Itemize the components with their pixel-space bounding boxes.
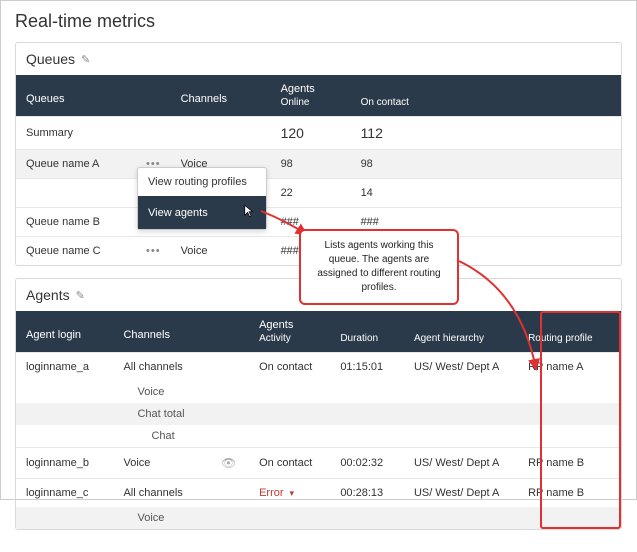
agent-subrow: Chat: [16, 425, 621, 448]
queues-header: Queues ✎: [16, 43, 621, 75]
oncontact-cell: 98: [351, 150, 431, 179]
chevron-down-icon[interactable]: ▾: [290, 488, 295, 498]
col-oncontact[interactable]: On contact: [351, 97, 431, 117]
col-login[interactable]: Agent login: [16, 311, 113, 353]
online-cell: 22: [271, 179, 351, 208]
routing-cell: RP name B: [518, 479, 621, 508]
edit-icon[interactable]: ✎: [76, 289, 85, 302]
hierarchy-cell: US/ West/ Dept A: [404, 479, 518, 508]
activity-cell: On contact: [249, 448, 330, 479]
queue-name: Queue name C: [16, 237, 136, 266]
agents-card: Agents ✎ Agent login Channels Agents Act…: [15, 278, 622, 530]
duration-cell: 01:15:01: [330, 353, 404, 382]
menu-view-agents[interactable]: View agents: [138, 196, 266, 229]
agent-row[interactable]: loginname_c All channels Error ▾ 00:28:13…: [16, 479, 621, 508]
hierarchy-cell: US/ West/ Dept A: [404, 353, 518, 382]
routing-cell: RP name A: [518, 353, 621, 382]
duration-cell: 00:28:13: [330, 479, 404, 508]
subrow-label: Chat total: [113, 403, 210, 425]
agent-row[interactable]: loginname_a All channels On contact 01:1…: [16, 353, 621, 382]
routing-cell: RP name B: [518, 448, 621, 479]
queue-name: Queue name A: [16, 150, 136, 179]
col-online[interactable]: Online: [271, 97, 351, 117]
queue-name: Queue name B: [16, 208, 136, 237]
eye-icon[interactable]: 👁: [221, 456, 236, 470]
page-title: Real-time metrics: [15, 11, 622, 32]
context-menu: View routing profiles View agents: [137, 167, 267, 230]
col-channels[interactable]: Channels: [171, 75, 271, 117]
annotation-callout: Lists agents working this queue. The age…: [299, 229, 459, 305]
subrow-label: Voice: [113, 507, 210, 529]
kebab-icon[interactable]: •••: [146, 245, 161, 257]
queue-row[interactable]: Queue name A ••• Voice 98 98: [16, 150, 621, 179]
activity-cell: On contact: [249, 353, 330, 382]
login-cell: loginname_c: [16, 479, 113, 508]
annotation-text: Lists agents working this queue. The age…: [317, 240, 440, 293]
col-routing[interactable]: Routing profile: [518, 333, 621, 353]
col-queues[interactable]: Queues: [16, 75, 136, 117]
oncontact-cell: 14: [351, 179, 431, 208]
hierarchy-cell: US/ West/ Dept A: [404, 448, 518, 479]
queue-row[interactable]: Chat 22 14: [16, 179, 621, 208]
duration-cell: 00:02:32: [330, 448, 404, 479]
col-duration[interactable]: Duration: [330, 333, 404, 353]
subrow-label: Voice: [113, 381, 210, 403]
online-cell: 98: [271, 150, 351, 179]
menu-label: View routing profiles: [148, 176, 247, 188]
queues-title: Queues: [26, 51, 75, 67]
menu-label: View agents: [148, 207, 208, 219]
col-activity[interactable]: Activity: [249, 333, 330, 353]
channel-cell: All channels: [113, 353, 210, 382]
agents-table: Agent login Channels Agents Activity Dur…: [16, 311, 621, 529]
channel-cell: Voice: [171, 237, 271, 266]
agent-subrow: Voice: [16, 507, 621, 529]
summary-oncontact: 112: [351, 117, 431, 150]
agent-row[interactable]: loginname_b Voice 👁 On contact 00:02:32 …: [16, 448, 621, 479]
login-cell: loginname_a: [16, 353, 113, 382]
agent-subrow: Voice: [16, 381, 621, 403]
channel-cell: All channels: [113, 479, 210, 508]
channel-cell: Voice: [113, 448, 210, 479]
activity-cell: Error: [259, 487, 283, 499]
col-agents-group: Agents: [271, 75, 431, 97]
cursor-icon: [242, 204, 256, 221]
menu-view-routing[interactable]: View routing profiles: [138, 168, 266, 196]
edit-icon[interactable]: ✎: [81, 53, 90, 66]
agents-title: Agents: [26, 287, 70, 303]
agent-subrow: Chat total: [16, 403, 621, 425]
summary-online: 120: [271, 117, 351, 150]
summary-label: Summary: [16, 117, 136, 150]
subrow-label: Chat: [113, 425, 210, 448]
col-agents-group: Agents: [249, 311, 621, 333]
col-hierarchy[interactable]: Agent hierarchy: [404, 333, 518, 353]
summary-row: Summary 120 112: [16, 117, 621, 150]
login-cell: loginname_b: [16, 448, 113, 479]
col-channels[interactable]: Channels: [113, 311, 249, 353]
